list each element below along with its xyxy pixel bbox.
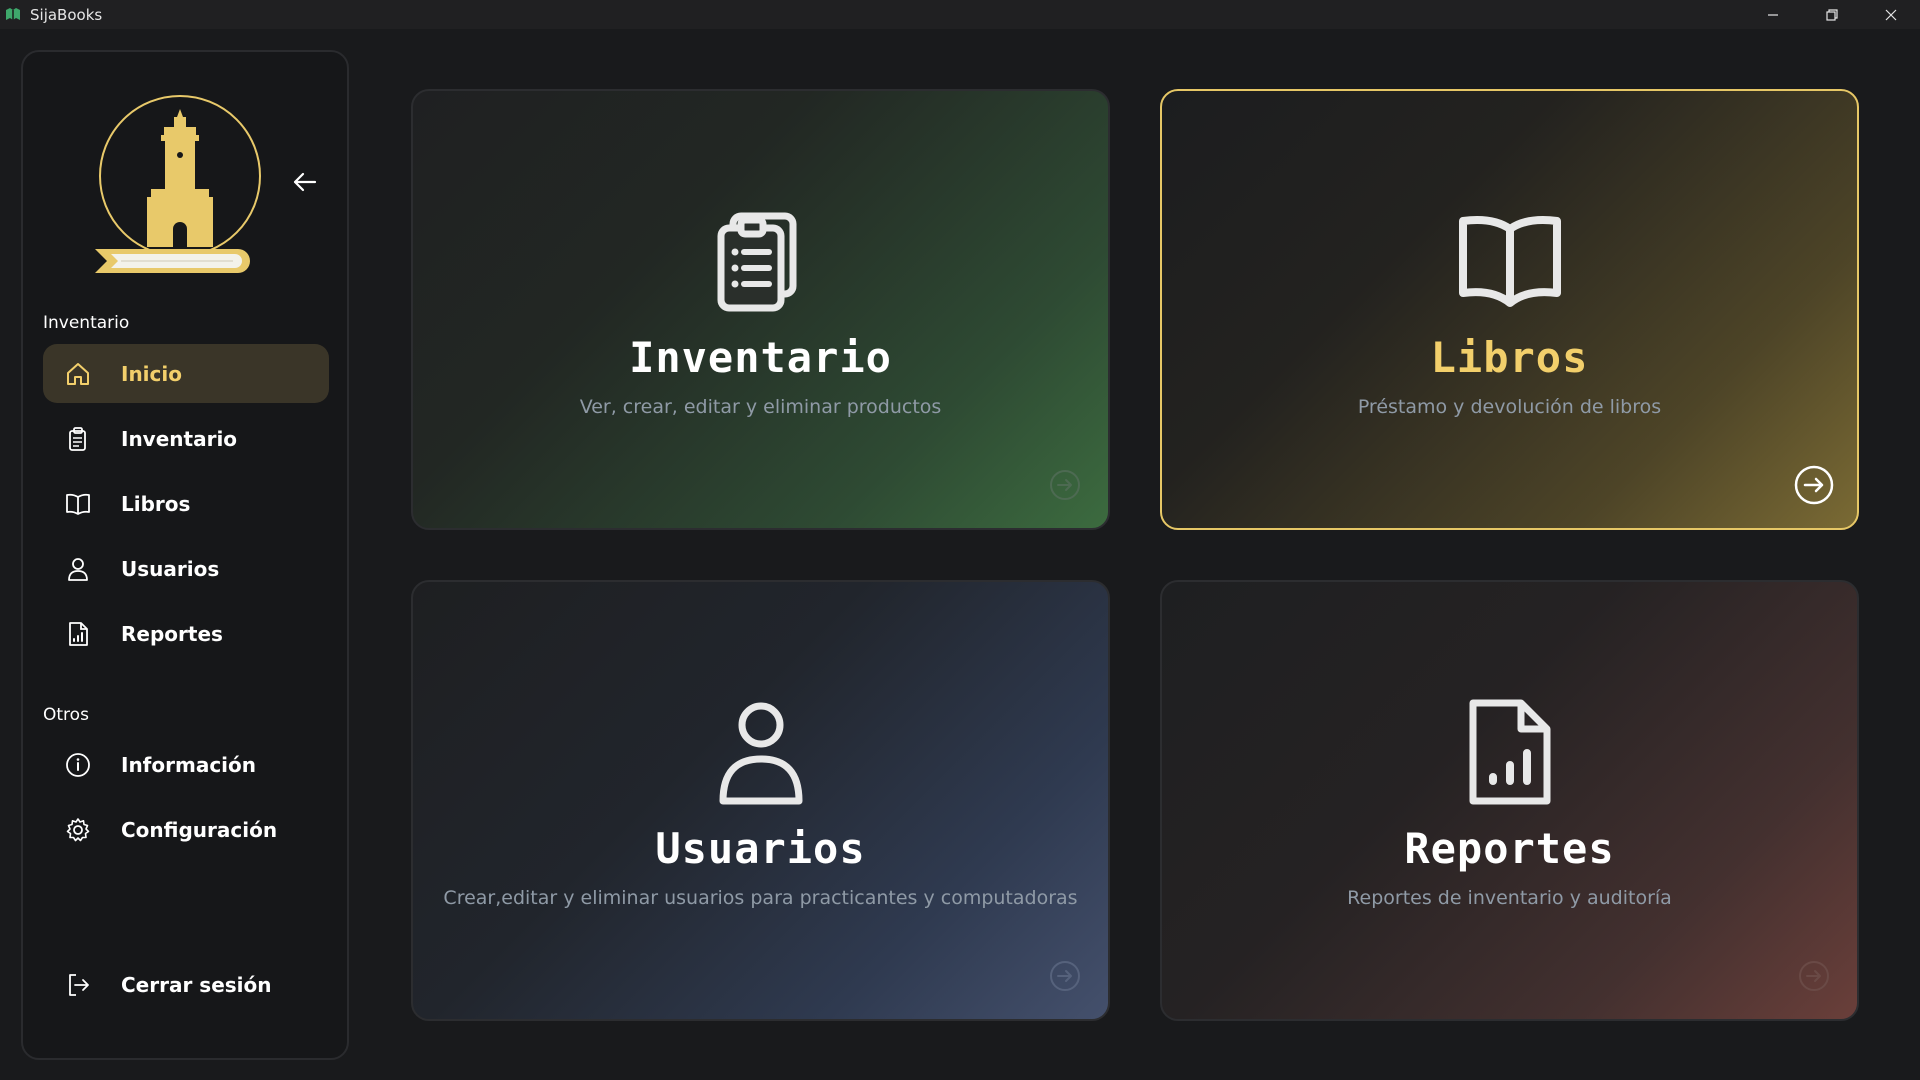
card-title: Usuarios (655, 824, 866, 873)
restore-icon (1825, 8, 1838, 21)
sidebar-item-label: Información (121, 752, 257, 777)
sidebar-item-label: Inicio (121, 361, 182, 386)
logout-icon (63, 970, 93, 1000)
sidebar-item-libros[interactable]: Libros (43, 474, 329, 533)
title-bar: SijaBooks (0, 0, 1920, 29)
sidebar-item-inventario[interactable]: Inventario (43, 409, 329, 468)
book-open-icon (1455, 206, 1565, 316)
user-icon (63, 554, 93, 584)
card-inventario[interactable]: Inventario Ver, crear, editar y eliminar… (411, 89, 1110, 530)
sidebar-item-informacion[interactable]: Información (43, 735, 329, 794)
minimize-button[interactable] (1743, 0, 1802, 29)
card-title: Inventario (629, 333, 892, 382)
clipboard-icon (63, 424, 93, 454)
app-logo-icon (6, 7, 20, 20)
card-description: Crear,editar y eliminar usuarios para pr… (443, 887, 1078, 909)
sidebar-item-label: Configuración (121, 817, 278, 842)
card-title: Reportes (1404, 824, 1615, 873)
sidebar-item-inicio[interactable]: Inicio (43, 344, 329, 403)
arrow-right-circle-icon[interactable] (1044, 955, 1086, 997)
window-controls (1743, 0, 1920, 29)
report-icon (63, 619, 93, 649)
sidebar-item-label: Inventario (121, 426, 238, 451)
collapse-sidebar-button[interactable] (287, 164, 323, 200)
sijabooks-logo (95, 95, 261, 273)
info-icon (63, 750, 93, 780)
arrow-right-circle-icon[interactable] (1044, 464, 1086, 506)
section-label-otros: Otros (43, 705, 89, 725)
sidebar-item-label: Reportes (121, 621, 223, 646)
arrow-right-circle-icon[interactable] (1793, 955, 1835, 997)
sidebar-item-label: Libros (121, 491, 191, 516)
card-description: Ver, crear, editar y eliminar productos (579, 396, 942, 418)
book-icon (63, 489, 93, 519)
sidebar-item-reportes[interactable]: Reportes (43, 604, 329, 663)
card-libros[interactable]: Libros Préstamo y devolución de libros (1160, 89, 1859, 530)
close-button[interactable] (1861, 0, 1920, 29)
card-description: Préstamo y devolución de libros (1357, 396, 1662, 418)
sidebar: Inventario Inicio Inventario Libros Usua… (21, 50, 349, 1060)
gear-icon (63, 815, 93, 845)
minimize-icon (1767, 13, 1778, 16)
sidebar-item-configuracion[interactable]: Configuración (43, 800, 329, 859)
section-label-inventario: Inventario (43, 313, 130, 333)
home-icon (63, 359, 93, 389)
card-description: Reportes de inventario y auditoría (1347, 887, 1672, 909)
sidebar-item-usuarios[interactable]: Usuarios (43, 539, 329, 598)
sidebar-item-label: Usuarios (121, 556, 220, 581)
card-title: Libros (1430, 333, 1589, 382)
restore-button[interactable] (1802, 0, 1861, 29)
user-icon (706, 697, 816, 807)
report-icon (1455, 697, 1565, 807)
card-reportes[interactable]: Reportes Reportes de inventario y audito… (1160, 580, 1859, 1021)
window-title: SijaBooks (30, 5, 103, 24)
card-usuarios[interactable]: Usuarios Crear,editar y eliminar usuario… (411, 580, 1110, 1021)
close-icon (1885, 9, 1896, 20)
clipboard-icon (706, 206, 816, 316)
arrow-right-circle-icon[interactable] (1793, 464, 1835, 506)
logout-button[interactable]: Cerrar sesión (43, 955, 329, 1014)
logout-label: Cerrar sesión (121, 972, 272, 997)
arrow-left-icon (293, 172, 317, 192)
